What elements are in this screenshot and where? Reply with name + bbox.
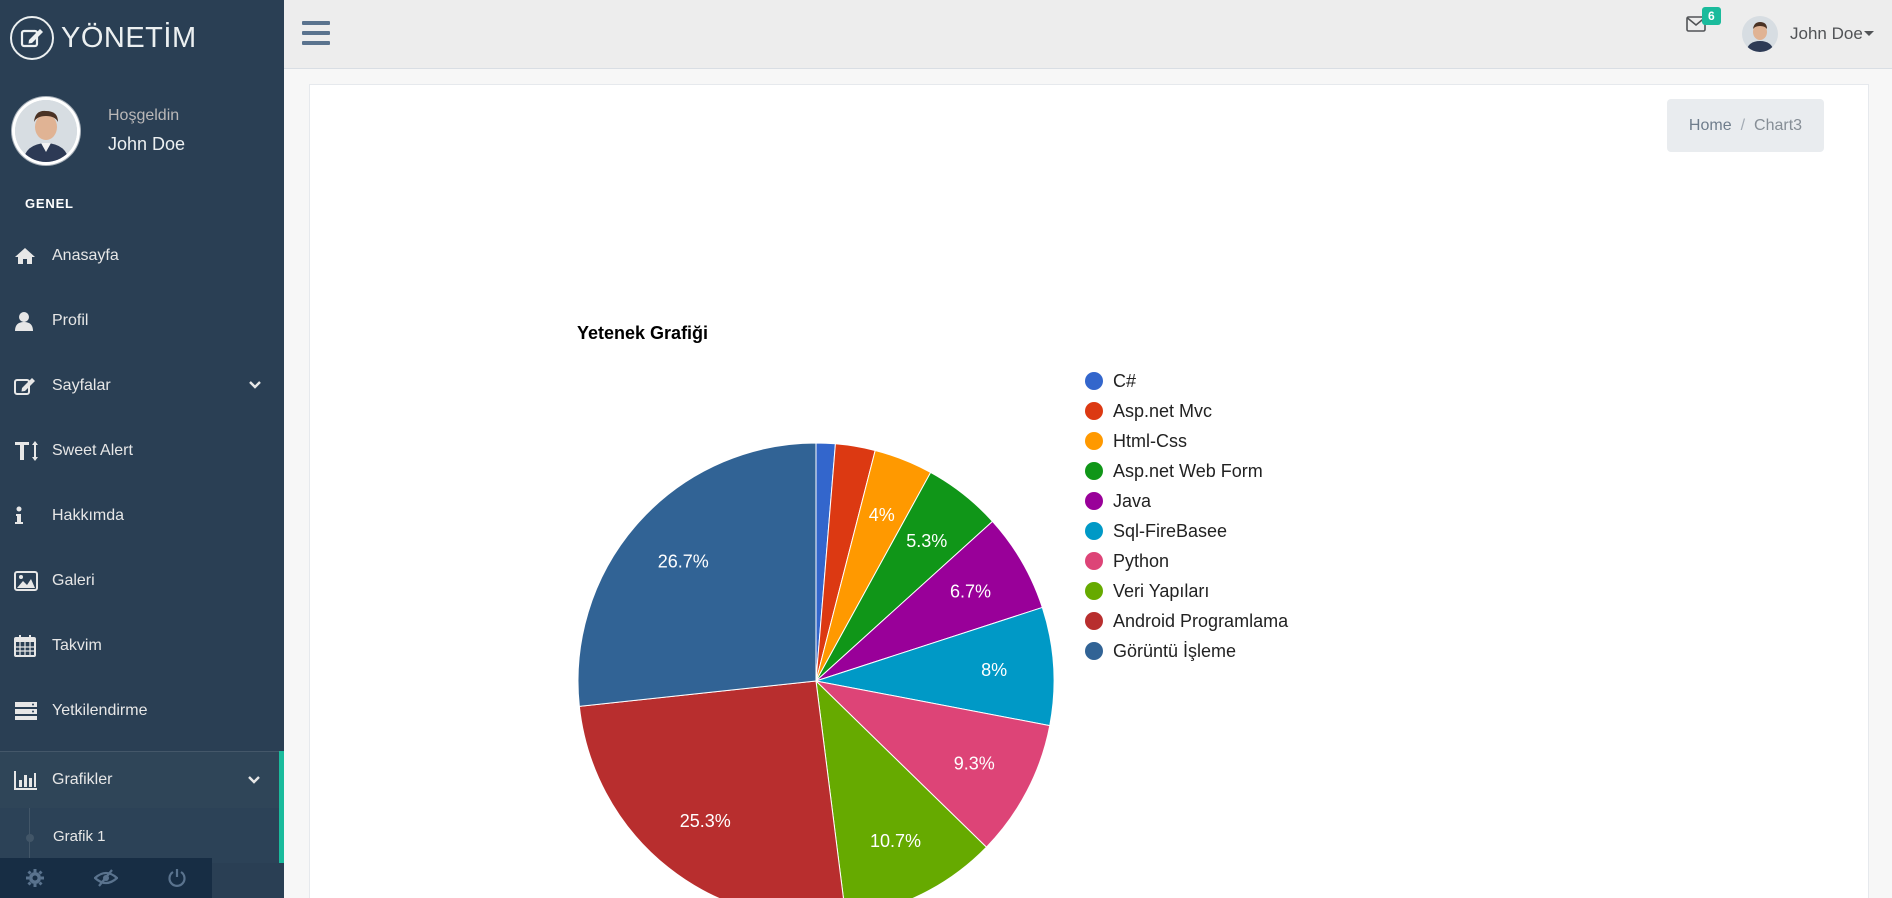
sidebar: YÖNETİM Hoşgeldin John Doe GENEL Anasayf…	[0, 0, 284, 898]
legend-label[interactable]: C#	[1113, 371, 1136, 391]
chart-canvas: Yetenek Grafiği 4% 5.3% 6.7% 8% 9.3% 10.7% 25.3…	[577, 323, 1289, 898]
welcome-text: Hoşgeldin	[108, 107, 180, 124]
legend-label[interactable]: Görüntü İşleme	[1113, 641, 1236, 661]
chart-title: Yetenek Grafiği	[577, 323, 708, 343]
caret-down-icon[interactable]	[1864, 31, 1874, 36]
mail-count-badge: 6	[1702, 7, 1721, 25]
legend-label[interactable]: Veri Yapıları	[1113, 581, 1209, 601]
slice-label: 26.7%	[658, 552, 709, 572]
sidebar-item-label: Hakkımda	[52, 506, 125, 524]
sidebar-item-yetkilendirme[interactable]: Yetkilendirme	[0, 678, 284, 743]
sidebar-item-profil[interactable]: Profil	[0, 288, 284, 353]
text-height-icon	[14, 440, 44, 462]
legend-marker[interactable]	[1085, 642, 1103, 660]
sidebar-item-label: Anasayfa	[52, 246, 119, 264]
slice-label: 8%	[981, 660, 1007, 680]
legend-marker[interactable]	[1085, 522, 1103, 540]
sidebar-item-grafikler[interactable]: Grafikler	[0, 751, 284, 808]
sidebar-item-label: Sayfalar	[52, 376, 111, 394]
chevron-down-icon[interactable]	[247, 772, 261, 790]
sidebar-item-label: Takvim	[52, 636, 102, 654]
legend-label[interactable]: Android Programlama	[1113, 611, 1289, 631]
pie-slice[interactable]	[577, 442, 817, 707]
sidebar-item-sweet-alert[interactable]: Sweet Alert	[0, 418, 284, 483]
avatar	[11, 96, 81, 166]
server-icon	[14, 701, 44, 721]
brand-title: YÖNETİM	[61, 21, 197, 54]
sidebar-item-label: Yetkilendirme	[52, 701, 148, 719]
user-menu[interactable]: John Doe	[1790, 24, 1863, 44]
legend-marker[interactable]	[1085, 552, 1103, 570]
info-icon	[14, 506, 44, 526]
power-icon[interactable]	[141, 858, 212, 898]
profile-block: Hoşgeldin John Doe	[11, 96, 185, 166]
avatar[interactable]	[1742, 16, 1778, 52]
brand[interactable]: YÖNETİM	[0, 0, 284, 76]
sidebar-item-label: Profil	[52, 311, 89, 329]
top-nav: 6 John Doe	[284, 0, 1892, 69]
legend-marker[interactable]	[1085, 582, 1103, 600]
legend-marker[interactable]	[1085, 492, 1103, 510]
legend-label[interactable]: Asp.net Mvc	[1113, 401, 1212, 421]
sidebar-item-anasayfa[interactable]: Anasayfa	[0, 223, 284, 288]
edit-icon	[14, 376, 44, 396]
pie-chart: Yetenek Grafiği 4% 5.3% 6.7% 8% 9.3% 10.7% 25.3…	[310, 85, 1870, 898]
legend-marker[interactable]	[1085, 402, 1103, 420]
legend-marker[interactable]	[1085, 432, 1103, 450]
slice-label: 4%	[869, 505, 895, 525]
bar-chart-icon	[14, 770, 44, 790]
legend-label[interactable]: Java	[1113, 491, 1152, 511]
sidebar-item-sayfalar[interactable]: Sayfalar	[0, 353, 284, 418]
legend-label[interactable]: Html-Css	[1113, 431, 1187, 451]
profile-name: John Doe	[108, 134, 186, 154]
sidebar-item-hakkimda[interactable]: Hakkımda	[0, 483, 284, 548]
legend-marker[interactable]	[1085, 372, 1103, 390]
eye-slash-icon[interactable]	[71, 858, 142, 898]
legend-label[interactable]: Sql-FireBasee	[1113, 521, 1227, 541]
user-icon	[14, 311, 44, 331]
legend-label[interactable]: Python	[1113, 551, 1169, 571]
home-icon	[14, 247, 44, 265]
sidebar-item-galeri[interactable]: Galeri	[0, 548, 284, 613]
legend-marker[interactable]	[1085, 462, 1103, 480]
sidebar-item-label: Galeri	[52, 571, 95, 589]
slice-label: 10.7%	[870, 831, 921, 851]
brand-logo-icon	[10, 16, 54, 60]
sidebar-item-takvim[interactable]: Takvim	[0, 613, 284, 678]
slice-label: 5.3%	[906, 531, 947, 551]
slice-label: 25.3%	[680, 811, 731, 831]
content-panel: Home / Chart3 Yetenek Grafiği 4% 5.3% 6.7% 8…	[309, 84, 1869, 898]
section-title: GENEL	[25, 196, 74, 211]
chevron-down-icon[interactable]	[248, 377, 262, 395]
submenu-grafikler: Grafik 1	[0, 808, 284, 863]
legend-label[interactable]: Asp.net Web Form	[1113, 461, 1263, 481]
side-menu: Anasayfa Profil Sayfalar Sweet Alert Hak…	[0, 223, 284, 863]
sidebar-footer	[0, 858, 212, 898]
image-icon	[14, 570, 44, 591]
sidebar-item-label: Sweet Alert	[52, 441, 133, 459]
submenu-item-grafik-1[interactable]: Grafik 1	[53, 828, 106, 845]
slice-label: 9.3%	[954, 754, 995, 774]
settings-icon[interactable]	[0, 858, 71, 898]
legend-marker[interactable]	[1085, 612, 1103, 630]
slice-label: 6.7%	[950, 582, 991, 602]
menu-toggle-icon[interactable]	[302, 20, 330, 51]
calendar-icon	[14, 634, 44, 657]
submenu-dot	[26, 834, 34, 842]
sidebar-item-label: Grafikler	[52, 770, 113, 788]
pie-slice[interactable]	[578, 680, 845, 898]
